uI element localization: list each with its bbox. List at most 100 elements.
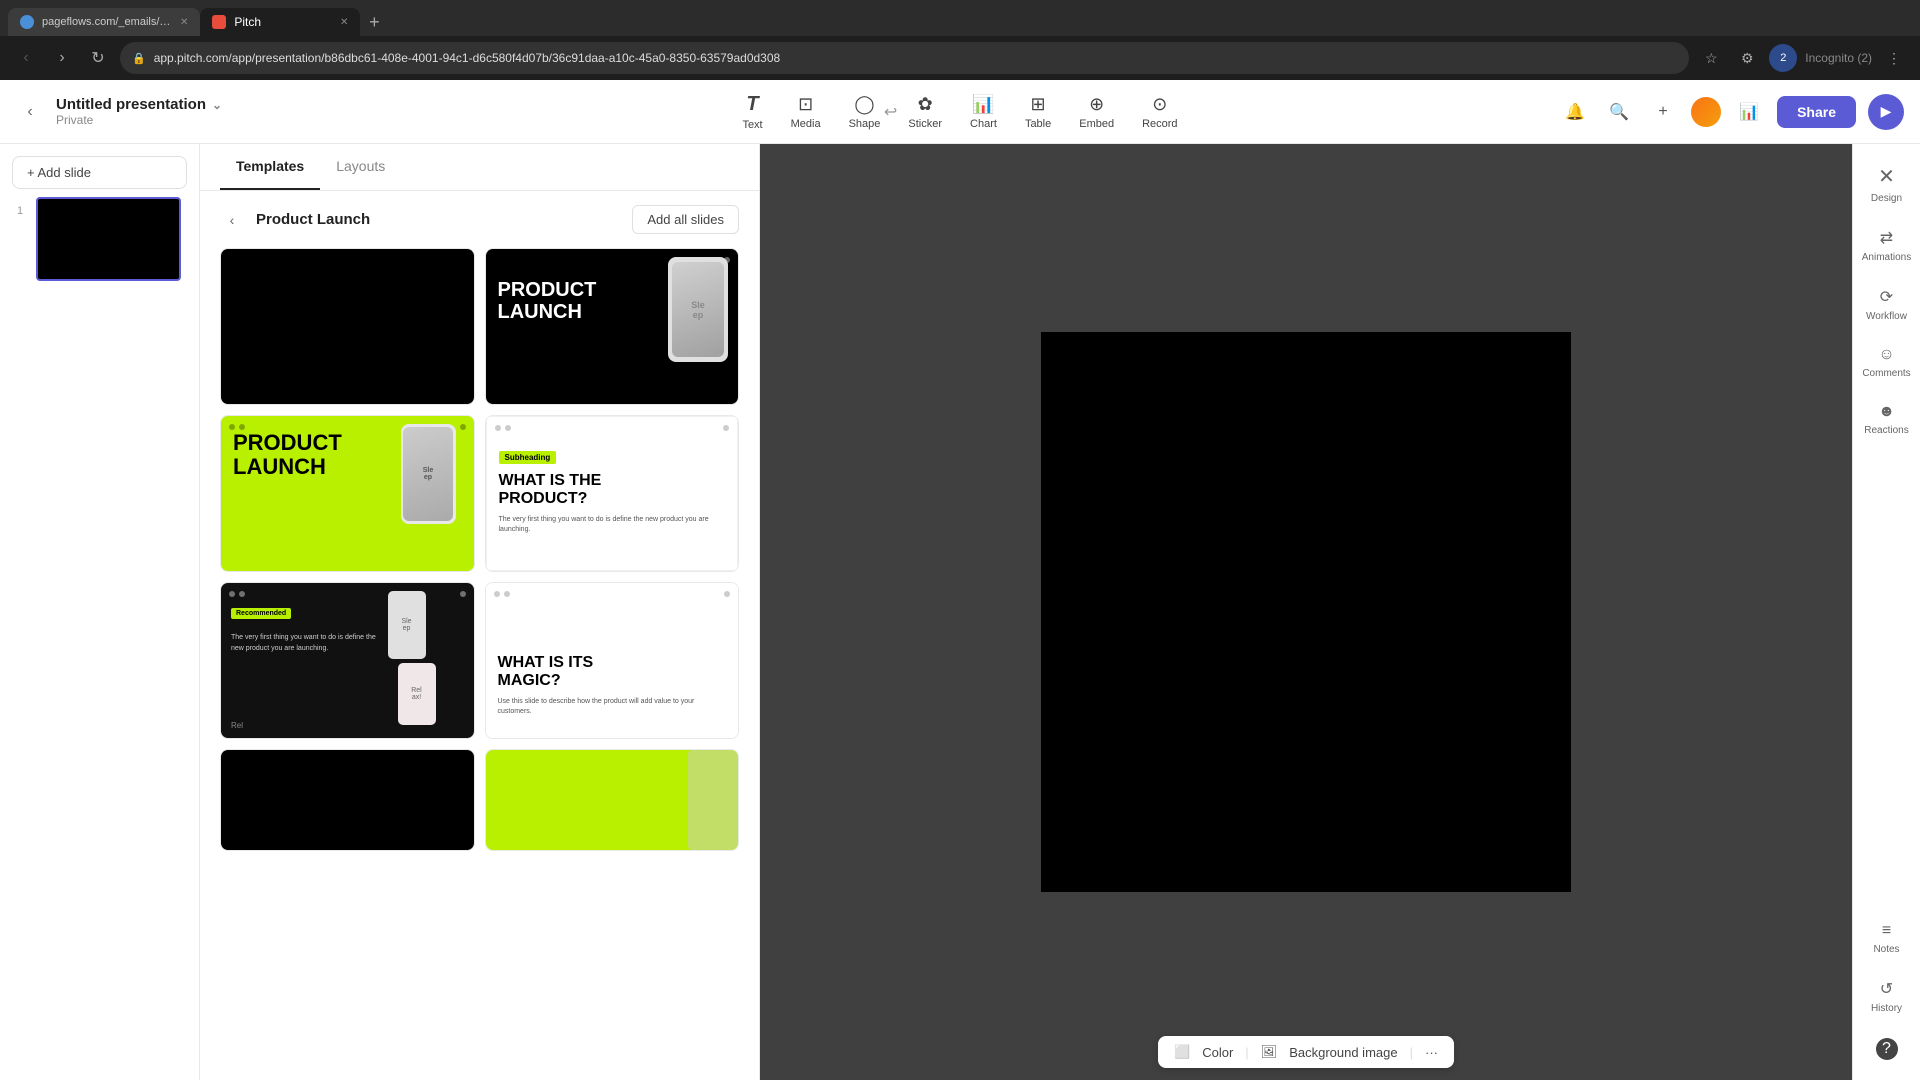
presentation-title: Untitled presentation ⌄: [56, 96, 222, 113]
dots-what-right: [723, 425, 729, 431]
right-sidebar: ✕ Design ⇄ Animations ⟳ Workflow ☺ Comme…: [1852, 144, 1920, 1080]
notes-icon: ≡: [1882, 922, 1891, 940]
sidebar-item-help[interactable]: ?: [1855, 1026, 1919, 1072]
extension-button[interactable]: ⚙: [1733, 44, 1761, 72]
toolbar-shape[interactable]: ◯ Shape: [837, 88, 893, 136]
template-tabs: Templates Layouts: [200, 144, 759, 191]
tab-templates[interactable]: Templates: [220, 144, 320, 190]
dot-m2: [504, 591, 510, 597]
template-slide-product-launch-dark: PRODUCTLAUNCH Sle ep: [486, 249, 739, 404]
slide-number-1: 1: [12, 205, 28, 217]
toolbar-record[interactable]: ⊙ Record: [1130, 88, 1189, 136]
slide-tag-subheading: Subheading: [499, 451, 557, 464]
share-button[interactable]: Share: [1777, 96, 1856, 128]
media-tool-icon: ⊡: [798, 94, 813, 115]
template-slide-dark-phones: Recommended The very first thing you wan…: [221, 583, 474, 738]
toolbar-sticker[interactable]: ✿ Sticker: [896, 88, 954, 136]
template-card-1[interactable]: [220, 248, 475, 405]
toolbar-chart[interactable]: 📊 Chart: [958, 88, 1009, 136]
toolbar-center: T Text ⊡ Media ◯ Shape ✿ Sticker 📊 Chart…: [730, 87, 1189, 137]
slide-magic-body: Use this slide to describe how the produ…: [498, 697, 727, 717]
profile-label: Incognito (2): [1805, 51, 1872, 65]
top-bar: ‹ Untitled presentation ⌄ Private ↩ T Te…: [0, 80, 1920, 144]
template-slide-magic: tag WHAT IS ITSMAGIC? Use this slide to …: [486, 583, 739, 738]
toolbar-text[interactable]: T Text: [730, 87, 774, 137]
bell-button[interactable]: 🔔: [1559, 96, 1591, 128]
template-card-2[interactable]: PRODUCTLAUNCH Sle ep: [485, 248, 740, 405]
canvas-area: ⬜ Color | 🖼 Background image | ···: [760, 144, 1852, 1080]
slide-what-content: Subheading WHAT IS THEPRODUCT? The very …: [499, 447, 726, 535]
chart-action-button[interactable]: 📊: [1733, 96, 1765, 128]
tab-close-1[interactable]: ✕: [180, 17, 188, 28]
recommended-label: Recommended: [231, 608, 291, 619]
refresh-button[interactable]: ↻: [84, 44, 112, 72]
design-icon: ✕: [1878, 164, 1895, 189]
template-card-4[interactable]: Subheading WHAT IS THEPRODUCT? The very …: [485, 415, 740, 572]
dots-magic-left: [494, 591, 510, 597]
embed-tool-icon: ⊕: [1089, 94, 1104, 115]
template-card-7[interactable]: [220, 749, 475, 851]
dot-1: [494, 257, 500, 263]
title-caret-icon: ⌄: [212, 98, 222, 112]
plus-button[interactable]: +: [1647, 96, 1679, 128]
toolbar-media[interactable]: ⊡ Media: [779, 88, 833, 136]
sidebar-item-workflow[interactable]: ⟳ Workflow: [1855, 275, 1919, 334]
dot-w1: [495, 425, 501, 431]
dot-d1: [229, 591, 235, 597]
dots-magic-right: [724, 591, 730, 597]
star-button[interactable]: ☆: [1697, 44, 1725, 72]
slide-thumbnail-1[interactable]: [36, 197, 181, 281]
template-card-6[interactable]: tag WHAT IS ITSMAGIC? Use this slide to …: [485, 582, 740, 739]
tab-close-2[interactable]: ✕: [340, 17, 348, 28]
animations-label: Animations: [1862, 252, 1911, 263]
forward-button[interactable]: ›: [48, 44, 76, 72]
history-label: History: [1871, 1003, 1902, 1014]
sidebar-item-animations[interactable]: ⇄ Animations: [1855, 216, 1919, 275]
address-bar[interactable]: 🔒 app.pitch.com/app/presentation/b86dbc6…: [120, 42, 1689, 74]
template-card-5[interactable]: Recommended The very first thing you wan…: [220, 582, 475, 739]
dark-slide-text: The very first thing you want to do is d…: [231, 633, 384, 654]
ssl-lock-icon: 🔒: [132, 52, 146, 65]
sidebar-item-reactions[interactable]: ☻ Reactions: [1855, 391, 1919, 448]
play-button[interactable]: ▶: [1868, 94, 1904, 130]
dots-dark-left: [229, 591, 245, 597]
dots-what-left: [495, 425, 511, 431]
profile-button[interactable]: 2: [1769, 44, 1797, 72]
workflow-label: Workflow: [1866, 311, 1907, 322]
sidebar-item-notes[interactable]: ≡ Notes: [1855, 910, 1919, 967]
menu-button[interactable]: ⋮: [1880, 44, 1908, 72]
toolbar-table[interactable]: ⊞ Table: [1013, 88, 1063, 136]
template-card-8[interactable]: [485, 749, 740, 851]
animations-icon: ⇄: [1880, 228, 1893, 248]
sidebar-item-design[interactable]: ✕ Design: [1855, 152, 1919, 216]
new-tab-button[interactable]: +: [360, 8, 388, 36]
reactions-label: Reactions: [1864, 425, 1908, 436]
tab-title-2: Pitch: [234, 15, 261, 29]
toolbar-embed[interactable]: ⊕ Embed: [1067, 88, 1126, 136]
product-launch-text: PRODUCTLAUNCH: [498, 279, 597, 323]
add-all-slides-button[interactable]: Add all slides: [632, 205, 739, 234]
product-launch-green-text: PRODUCTLAUNCH: [233, 431, 342, 479]
tab-layouts[interactable]: Layouts: [320, 144, 401, 190]
template-slide-black: [221, 249, 474, 404]
separator-1: |: [1245, 1045, 1248, 1060]
more-options-button[interactable]: ···: [1425, 1045, 1438, 1060]
browser-tab-pageflows[interactable]: pageflows.com/_emails/_7fb5... ✕: [8, 8, 200, 36]
browser-tab-pitch[interactable]: Pitch ✕: [200, 8, 360, 36]
sidebar-item-history[interactable]: ↺ History: [1855, 967, 1919, 1026]
slide-what-body: The very first thing you want to do is d…: [499, 515, 726, 535]
sidebar-toggle-button[interactable]: ‹: [16, 98, 44, 126]
separator-2: |: [1410, 1045, 1413, 1060]
tab-favicon-2: [212, 15, 226, 29]
back-button[interactable]: ‹: [12, 44, 40, 72]
presentation-canvas[interactable]: [1041, 332, 1571, 892]
slide-dark-bottom: Rel: [231, 721, 243, 730]
sidebar-item-comments[interactable]: ☺ Comments: [1855, 334, 1919, 391]
template-back-button[interactable]: ‹: [220, 208, 244, 232]
search-button[interactable]: 🔍: [1603, 96, 1635, 128]
color-button[interactable]: ⬜: [1174, 1044, 1190, 1060]
canvas-bottom-bar: ⬜ Color | 🖼 Background image | ···: [1158, 1036, 1454, 1068]
add-slide-button[interactable]: + Add slide: [12, 156, 187, 189]
design-label: Design: [1871, 193, 1902, 204]
template-card-3[interactable]: PRODUCTLAUNCH Sle ep: [220, 415, 475, 572]
